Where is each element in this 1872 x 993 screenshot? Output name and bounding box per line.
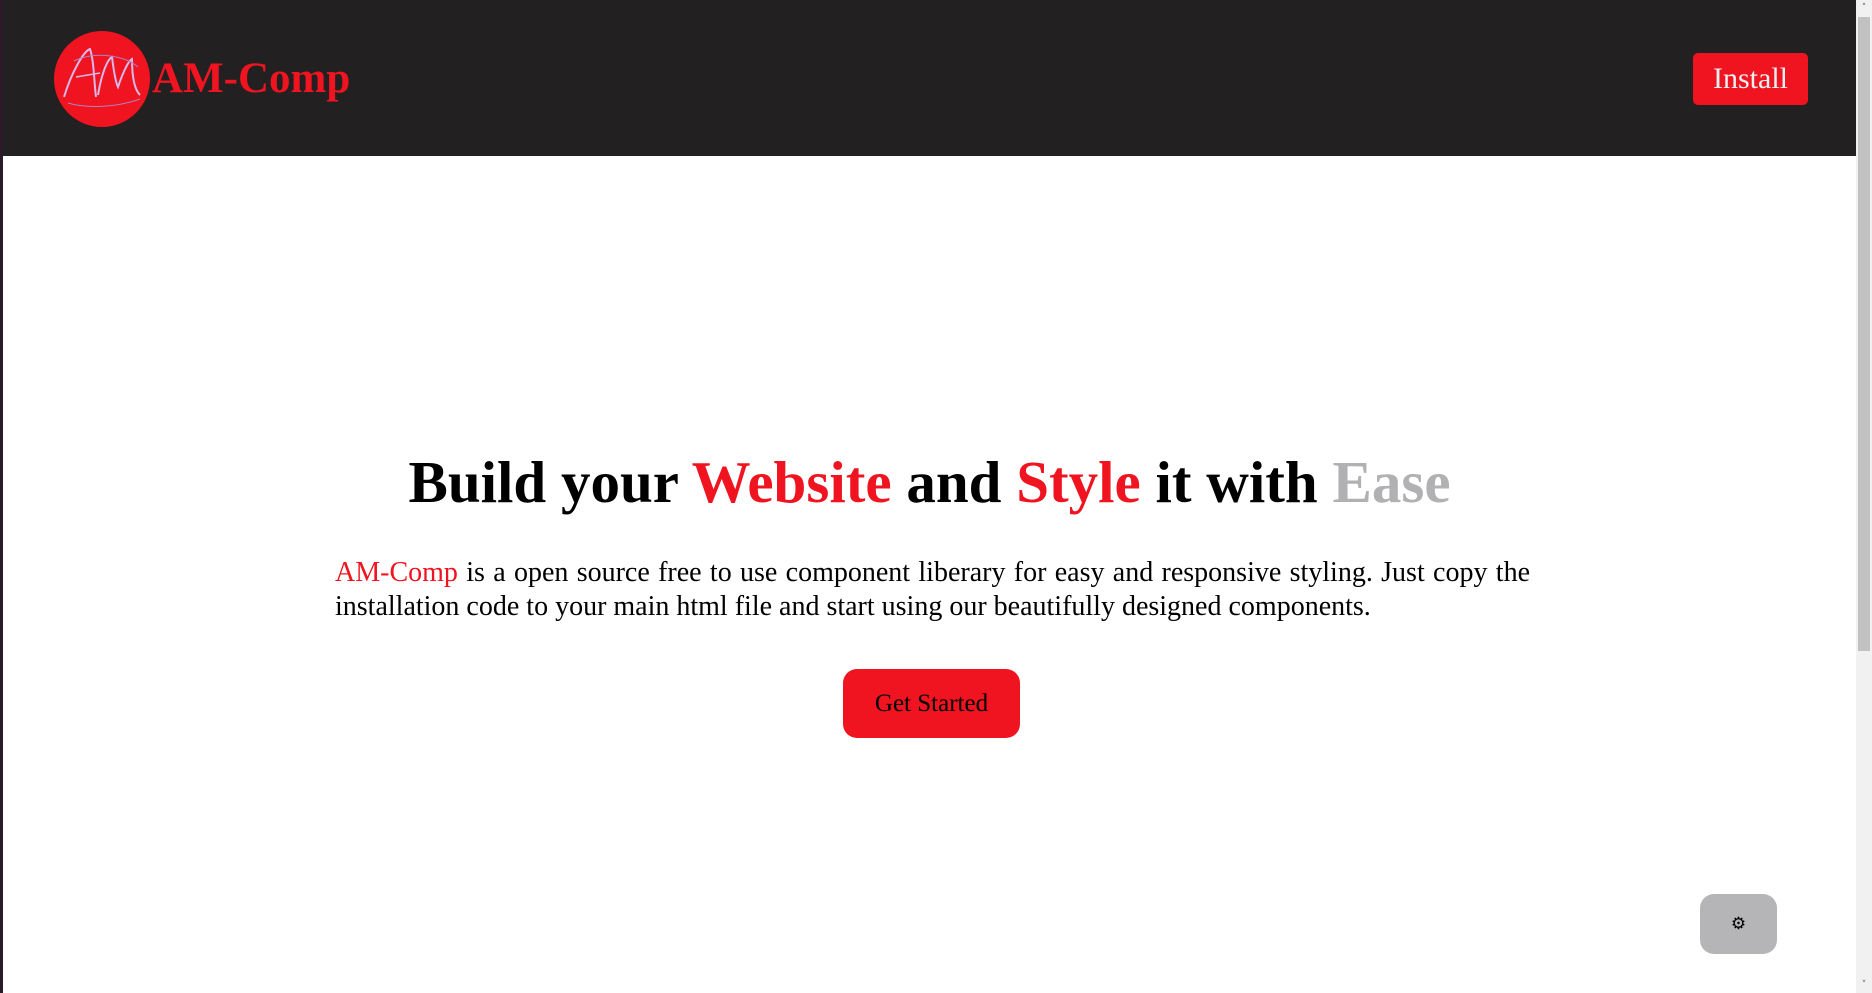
brand-name[interactable]: AM-Comp <box>152 52 350 106</box>
hero-title-part: it with <box>1140 449 1333 515</box>
scroll-down-arrow[interactable]: ˅ <box>1856 977 1872 993</box>
gear-icon: ⚙ <box>1730 914 1747 933</box>
hero-title-style: Style <box>1016 449 1141 515</box>
navbar: AM-Comp Install <box>3 0 1856 156</box>
description-brand: AM-Comp <box>335 557 458 588</box>
scroll-up-arrow[interactable]: ˄ <box>1856 0 1872 16</box>
page: AM-Comp Install Build your Website and S… <box>0 0 1872 993</box>
hero-title-part: Build your <box>408 449 692 515</box>
install-button[interactable]: Install <box>1693 53 1808 105</box>
hero-title-ease: Ease <box>1332 449 1451 515</box>
logo-monogram-icon <box>63 47 141 107</box>
hero-title-part: and <box>891 449 1017 515</box>
scroll-thumb[interactable] <box>1858 17 1870 651</box>
theme-toggle-button[interactable]: ⚙ <box>1700 894 1777 954</box>
hero-title-website: Website <box>691 449 892 515</box>
description-text: is a open source free to use component l… <box>335 557 1530 622</box>
hero-description: AM-Comp is a open source free to use com… <box>335 556 1530 624</box>
get-started-button[interactable]: Get Started <box>843 669 1020 738</box>
logo[interactable] <box>54 31 150 127</box>
vertical-scrollbar[interactable]: ˄ ˅ <box>1856 0 1872 993</box>
hero-title: Build your Website and Style it with Eas… <box>3 446 1856 518</box>
